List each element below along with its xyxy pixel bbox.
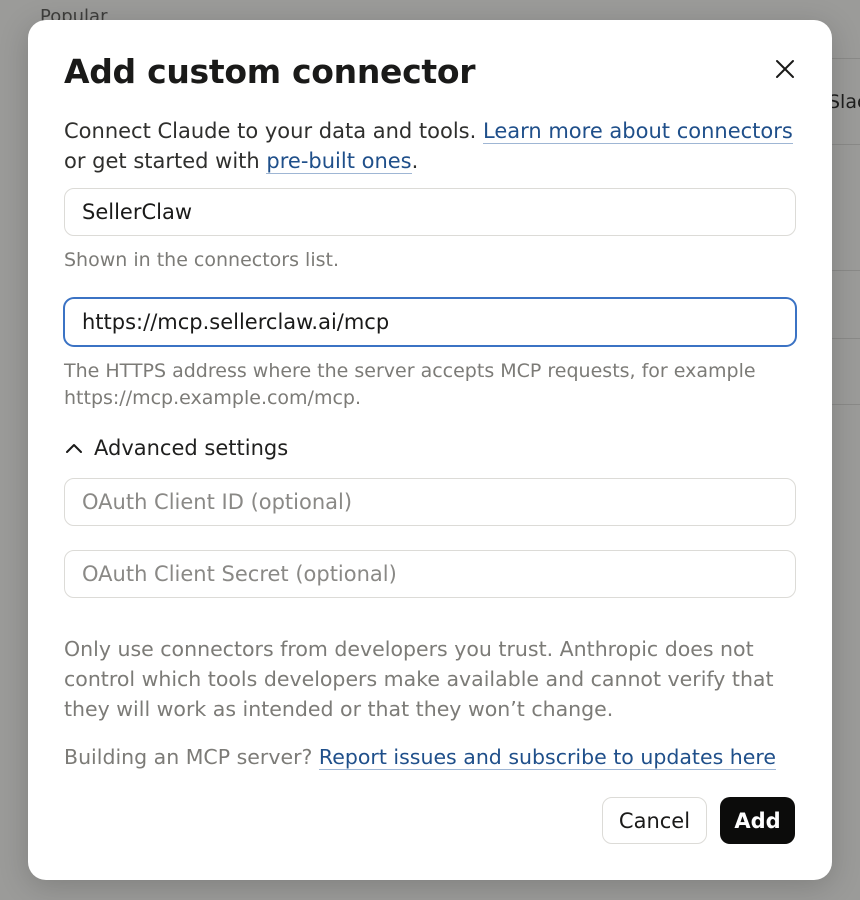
- connector-name-help: Shown in the connectors list.: [64, 249, 339, 271]
- advanced-settings-label: Advanced settings: [94, 436, 289, 460]
- add-connector-dialog: Add custom connector Connect Claude to y…: [28, 20, 832, 880]
- learn-more-link[interactable]: Learn more about connectors: [482, 119, 793, 144]
- connector-name-value: SellerClaw: [82, 200, 193, 224]
- mcp-server-note-text: Building an MCP server?: [64, 745, 319, 769]
- server-url-value: https://mcp.sellerclaw.ai/mcp: [82, 310, 390, 334]
- intro-text: Connect Claude to your data and tools.: [64, 119, 483, 143]
- cancel-button[interactable]: Cancel: [602, 797, 707, 844]
- oauth-client-id-placeholder: OAuth Client ID (optional): [82, 490, 353, 514]
- chevron-up-icon: [66, 444, 82, 453]
- server-url-help: The HTTPS address where the server accep…: [64, 360, 756, 409]
- add-button[interactable]: Add: [720, 797, 795, 844]
- oauth-client-secret-placeholder: OAuth Client Secret (optional): [82, 562, 397, 586]
- dialog-title: Add custom connector: [64, 52, 476, 91]
- prebuilt-connectors-link[interactable]: pre-built ones: [266, 149, 412, 174]
- close-icon: [776, 60, 794, 78]
- oauth-client-secret-input[interactable]: OAuth Client Secret (optional): [64, 550, 796, 598]
- mcp-server-note: Building an MCP server? Report issues an…: [64, 742, 804, 772]
- trust-disclaimer: Only use connectors from developers you …: [64, 637, 774, 721]
- server-url-input[interactable]: https://mcp.sellerclaw.ai/mcp: [64, 298, 796, 346]
- report-issues-link[interactable]: Report issues and subscribe to updates h…: [318, 745, 776, 770]
- oauth-client-id-input[interactable]: OAuth Client ID (optional): [64, 478, 796, 526]
- advanced-settings-toggle[interactable]: Advanced settings: [64, 436, 288, 460]
- connector-name-input[interactable]: SellerClaw: [64, 188, 796, 236]
- intro-text: .: [411, 149, 419, 173]
- close-button[interactable]: [770, 54, 800, 84]
- dialog-description: Connect Claude to your data and tools. L…: [64, 116, 794, 176]
- intro-text: or get started with: [64, 149, 267, 173]
- background-card-label: Slac: [828, 91, 860, 113]
